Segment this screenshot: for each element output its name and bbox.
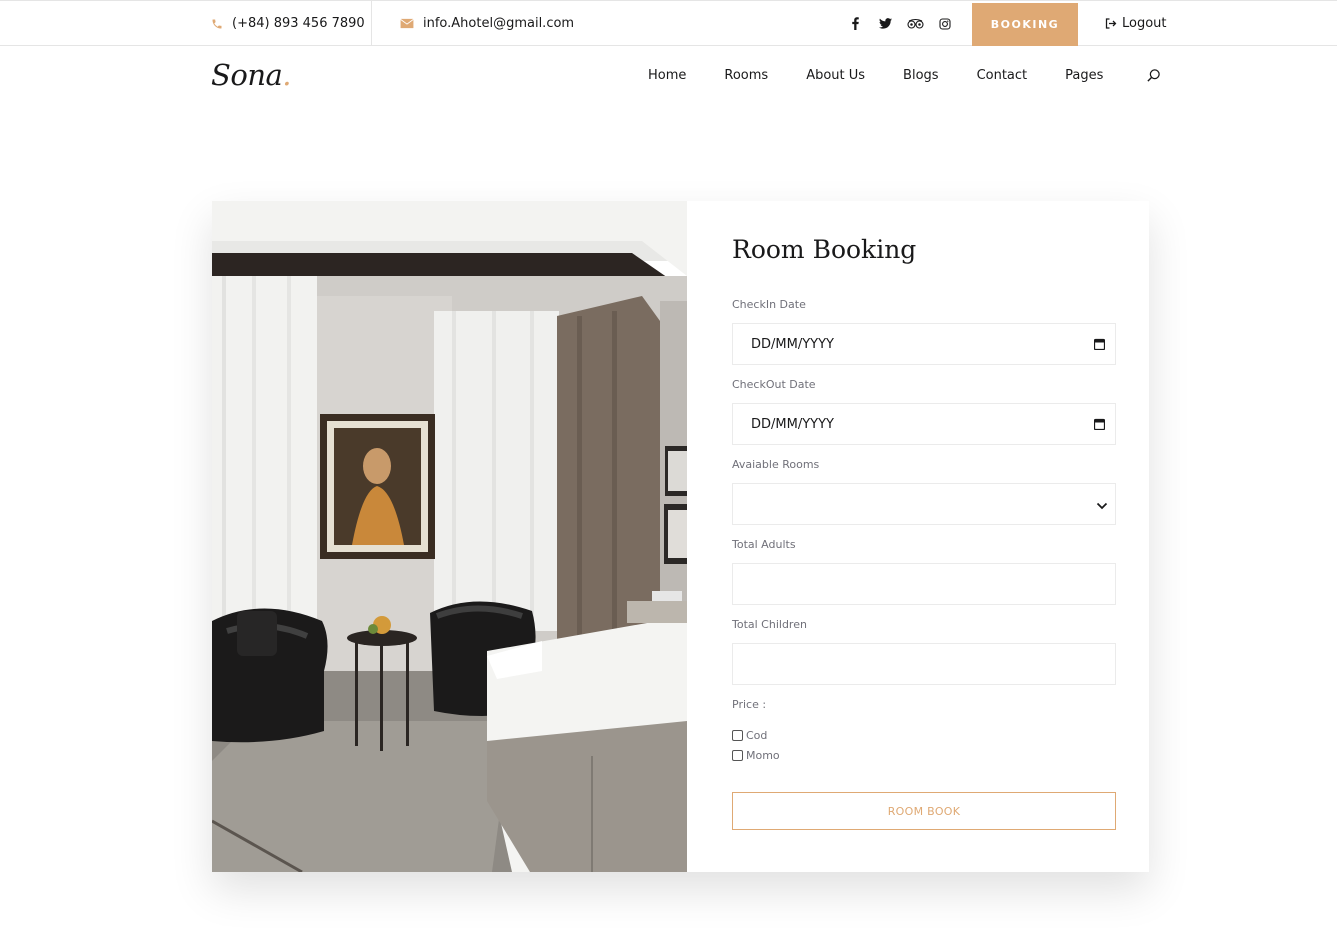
checkin-date-value: DD/MM/YYYY (751, 336, 834, 352)
children-input[interactable] (732, 643, 1116, 685)
logo-dot: . (282, 58, 292, 92)
rooms-label: Avaiable Rooms (732, 458, 820, 471)
logout-label: Logout (1122, 16, 1167, 31)
nav-rooms[interactable]: Rooms (724, 68, 768, 83)
room-photo (212, 201, 687, 872)
cod-checkbox[interactable] (732, 730, 743, 741)
calendar-icon[interactable] (1093, 338, 1106, 354)
cod-label: Cod (746, 729, 768, 742)
phone-number: (+84) 893 456 7890 (232, 16, 365, 31)
logout-link[interactable]: Logout (1105, 1, 1167, 46)
search-icon[interactable] (1146, 68, 1161, 87)
social-links (840, 1, 960, 46)
adults-input[interactable] (732, 563, 1116, 605)
logo-text: Sona (211, 58, 283, 92)
main-nav: Home Rooms About Us Blogs Contact Pages (648, 68, 1103, 83)
booking-button[interactable]: BOOKING (972, 3, 1078, 46)
checkout-date-value: DD/MM/YYYY (751, 416, 834, 432)
nav-pages[interactable]: Pages (1065, 68, 1103, 83)
envelope-icon (400, 18, 414, 29)
checkout-date-input[interactable]: DD/MM/YYYY (732, 403, 1116, 445)
momo-label: Momo (746, 749, 780, 762)
form-title: Room Booking (732, 235, 917, 264)
email-contact[interactable]: info.Ahotel@gmail.com (400, 1, 574, 46)
sign-out-icon (1105, 18, 1117, 29)
booking-card: Room Booking CheckIn Date DD/MM/YYYY Che… (212, 201, 1149, 872)
topbar-divider (371, 1, 372, 46)
room-book-button[interactable]: ROOM BOOK (732, 792, 1116, 830)
phone-icon (211, 18, 223, 30)
payment-option-momo[interactable]: Momo (732, 749, 780, 762)
adults-label: Total Adults (732, 538, 796, 551)
facebook-icon[interactable] (840, 17, 870, 30)
email-address: info.Ahotel@gmail.com (423, 16, 575, 31)
nav-about-us[interactable]: About Us (806, 68, 865, 83)
rooms-select[interactable] (732, 483, 1116, 525)
nav-home[interactable]: Home (648, 68, 686, 83)
checkin-date-input[interactable]: DD/MM/YYYY (732, 323, 1116, 365)
nav-blogs[interactable]: Blogs (903, 68, 939, 83)
checkin-label: CheckIn Date (732, 298, 806, 311)
tripadvisor-icon[interactable] (900, 18, 930, 29)
calendar-icon[interactable] (1093, 418, 1106, 434)
instagram-icon[interactable] (930, 17, 960, 30)
twitter-icon[interactable] (870, 18, 900, 29)
phone-contact[interactable]: (+84) 893 456 7890 (211, 1, 365, 46)
momo-checkbox[interactable] (732, 750, 743, 761)
payment-option-cod[interactable]: Cod (732, 729, 767, 742)
checkout-label: CheckOut Date (732, 378, 816, 391)
children-label: Total Children (732, 618, 807, 631)
nav-contact[interactable]: Contact (977, 68, 1028, 83)
top-bar: (+84) 893 456 7890 info.Ahotel@gmail.com… (0, 0, 1337, 46)
chevron-down-icon (1096, 499, 1108, 514)
price-label: Price : (732, 698, 767, 711)
site-logo[interactable]: Sona. (211, 58, 292, 92)
